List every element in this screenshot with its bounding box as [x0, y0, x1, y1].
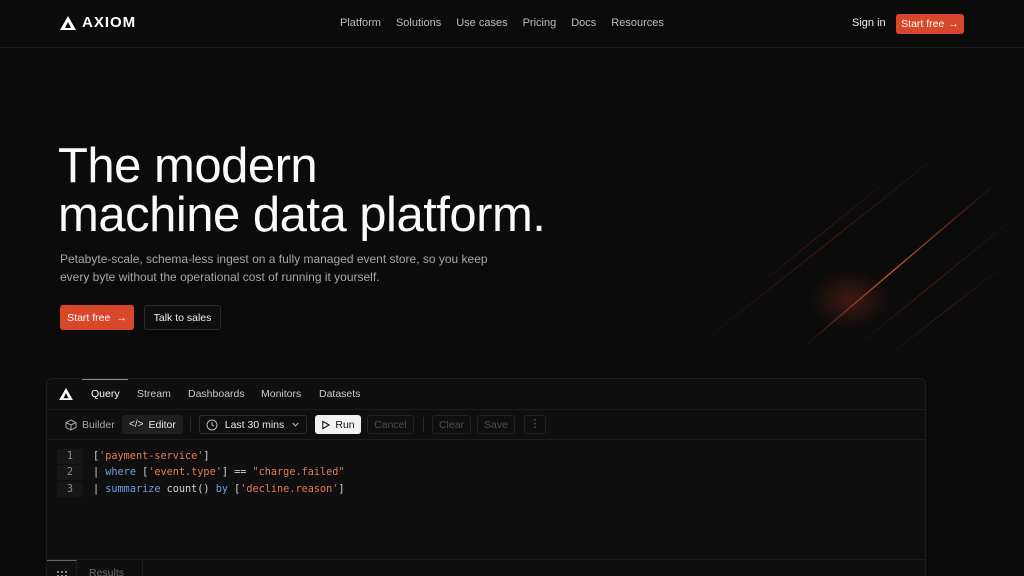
- tab-stream[interactable]: Stream: [137, 388, 171, 400]
- tab-datasets[interactable]: Datasets: [319, 388, 360, 400]
- time-range-value: Last 30 mins: [224, 418, 285, 431]
- toolbar-divider: [190, 417, 191, 432]
- arrow-right-icon: →: [116, 311, 127, 324]
- results-bar: Results: [47, 559, 925, 576]
- hero-start-free-label: Start free: [67, 311, 111, 324]
- brand-name: AXIOM: [82, 14, 137, 31]
- line-number: 1: [57, 448, 83, 464]
- run-button[interactable]: Run: [315, 415, 361, 434]
- save-button[interactable]: Save: [477, 415, 515, 434]
- nav-link-pricing[interactable]: Pricing: [523, 17, 557, 29]
- talk-to-sales-button[interactable]: Talk to sales: [144, 305, 221, 330]
- chevron-down-icon: [292, 422, 299, 427]
- editor-label: Editor: [148, 418, 176, 431]
- talk-to-sales-label: Talk to sales: [153, 311, 212, 324]
- nav-link-solutions[interactable]: Solutions: [396, 17, 441, 29]
- nav-links: Platform Solutions Use cases Pricing Doc…: [340, 17, 679, 29]
- tab-query[interactable]: Query: [91, 388, 120, 400]
- cancel-button[interactable]: Cancel: [367, 415, 414, 434]
- results-divider: [142, 560, 143, 576]
- play-icon: [322, 419, 331, 430]
- more-options-button[interactable]: ⋮: [524, 415, 546, 434]
- hero-start-free-button[interactable]: Start free →: [60, 305, 134, 330]
- nav-link-use-cases[interactable]: Use cases: [456, 17, 507, 29]
- nav-start-free-button[interactable]: Start free →: [896, 14, 964, 34]
- sign-in-link[interactable]: Sign in: [852, 17, 886, 29]
- code-line-1: 1 ['payment-service']: [57, 448, 345, 465]
- nav-link-docs[interactable]: Docs: [571, 17, 596, 29]
- clear-button[interactable]: Clear: [432, 415, 471, 434]
- tab-results[interactable]: Results: [89, 567, 124, 576]
- time-range-select[interactable]: Last 30 mins: [199, 415, 307, 434]
- axiom-logo-icon: [60, 15, 76, 30]
- cancel-label: Cancel: [374, 418, 407, 431]
- tab-dashboards[interactable]: Dashboards: [188, 388, 245, 400]
- nav-start-free-label: Start free: [901, 18, 945, 30]
- query-toolbar: Builder </> Editor Last 30 mins Run Canc…: [47, 410, 925, 440]
- code-icon: </>: [129, 419, 144, 430]
- grid-icon: [57, 571, 67, 576]
- code-line-2: 2 | where ['event.type'] == "charge.fail…: [57, 465, 345, 482]
- hero-title: The modern machine data platform.: [58, 139, 546, 242]
- axiom-logo-icon[interactable]: [59, 388, 73, 400]
- line-number: 3: [57, 481, 83, 497]
- save-label: Save: [484, 418, 508, 431]
- query-app-preview: Query Stream Dashboards Monitors Dataset…: [46, 378, 926, 576]
- active-tab-indicator: [82, 379, 128, 380]
- tab-monitors[interactable]: Monitors: [261, 388, 301, 400]
- code-line-3: 3 | summarize count() by ['decline.reaso…: [57, 481, 345, 498]
- cube-icon: [65, 418, 77, 431]
- clock-icon: [206, 419, 218, 430]
- nav-link-resources[interactable]: Resources: [611, 17, 664, 29]
- grid-view-tab[interactable]: [47, 560, 77, 576]
- hero-title-line-2: machine data platform.: [58, 188, 546, 242]
- nav-link-platform[interactable]: Platform: [340, 17, 381, 29]
- toolbar-divider: [423, 417, 424, 432]
- app-tab-bar: Query Stream Dashboards Monitors Dataset…: [47, 379, 925, 410]
- arrow-right-icon: →: [948, 18, 959, 30]
- clear-label: Clear: [438, 418, 465, 431]
- hero-title-line-1: The modern: [58, 139, 318, 193]
- top-navigation: AXIOM Platform Solutions Use cases Prici…: [0, 0, 1024, 48]
- builder-toggle[interactable]: Builder: [59, 415, 121, 434]
- decorative-streaks: [679, 129, 1024, 371]
- more-vertical-icon: ⋮: [529, 418, 541, 430]
- run-label: Run: [335, 418, 355, 431]
- hero-subtitle: Petabyte-scale, schema-less ingest on a …: [60, 252, 488, 284]
- query-editor[interactable]: 1 ['payment-service'] 2 | where ['event.…: [57, 448, 345, 498]
- builder-label: Builder: [82, 418, 115, 431]
- editor-toggle[interactable]: </> Editor: [122, 415, 183, 434]
- line-number: 2: [57, 465, 83, 481]
- brand-logo[interactable]: AXIOM: [60, 14, 136, 31]
